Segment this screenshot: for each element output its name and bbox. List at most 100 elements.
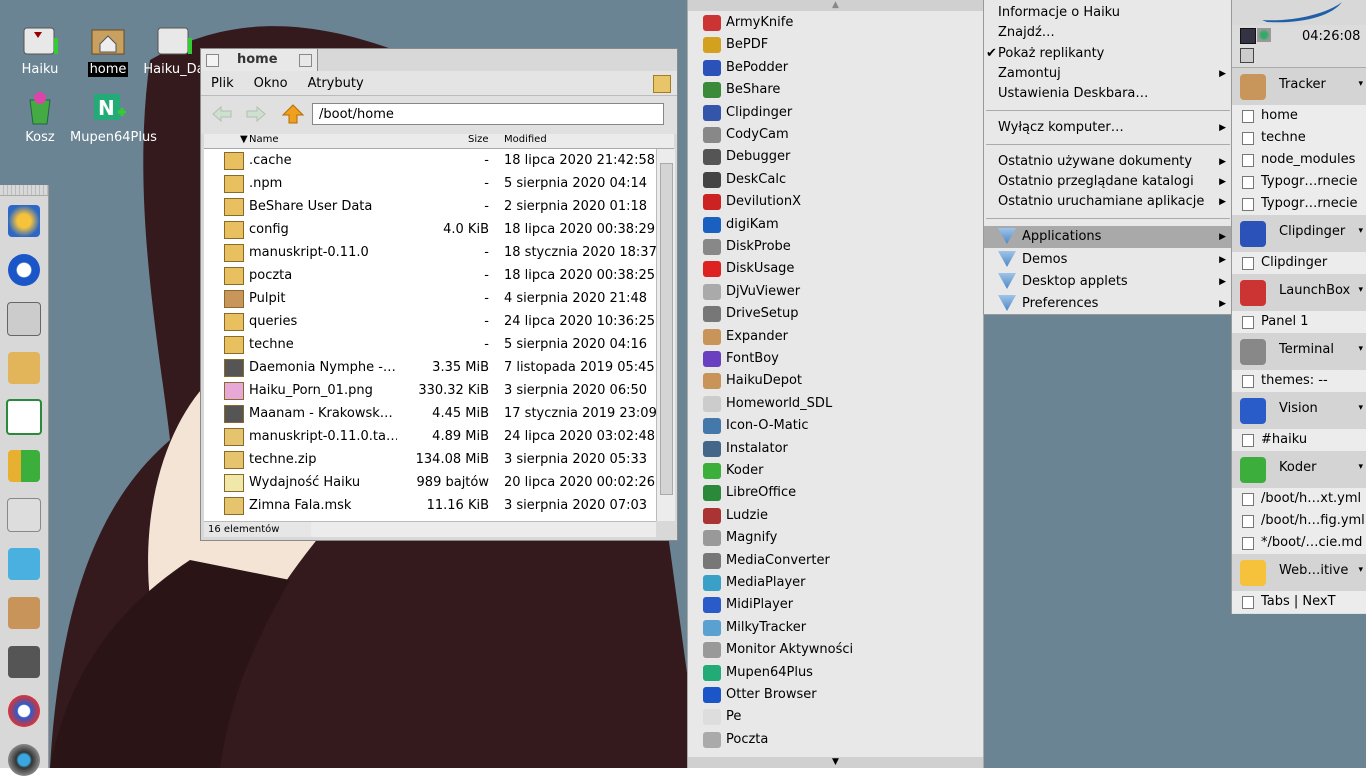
menu-mount[interactable]: Zamontuj ▶: [984, 64, 1232, 84]
deskbar-window-item[interactable]: Typogr…rnecie: [1232, 171, 1366, 193]
deskbar-window-item[interactable]: #haiku: [1232, 429, 1366, 451]
up-arrow-icon[interactable]: [282, 104, 304, 124]
menu-about-haiku[interactable]: Informacje o Haiku: [984, 3, 1232, 23]
deskbar-app-vision[interactable]: Vision ▾: [1232, 392, 1366, 430]
app-menu-item[interactable]: DriveSetup: [688, 303, 983, 325]
file-row[interactable]: config 4.0 KiB 18 lipca 2020 00:38:29: [204, 218, 656, 241]
launch-vision[interactable]: [0, 686, 48, 735]
file-row[interactable]: Wydajność Haiku 989 bajtów 20 lipca 2020 0…: [204, 471, 656, 494]
menu-recent-documents[interactable]: Ostatnio używane dokumenty ▶: [984, 152, 1232, 172]
app-menu-item[interactable]: DevilutionX: [688, 191, 983, 213]
expand-chevron-icon[interactable]: ▾: [1358, 79, 1363, 89]
close-button[interactable]: [206, 54, 219, 67]
deskbar-window-item[interactable]: techne: [1232, 127, 1366, 149]
launch-webpositive[interactable]: [0, 196, 48, 245]
app-menu-item[interactable]: DjVuViewer: [688, 281, 983, 303]
desktop-icon-mupen[interactable]: N Mupen64Plus: [68, 88, 157, 145]
menu-plik[interactable]: Plik: [201, 76, 244, 91]
deskbar-window-item[interactable]: /boot/h…fig.yml: [1232, 510, 1366, 532]
app-menu-item[interactable]: Debugger: [688, 146, 983, 168]
app-menu-item[interactable]: Icon-O-Matic: [688, 415, 983, 437]
menu-shutdown[interactable]: Wyłącz komputer… ▶: [984, 118, 1232, 138]
app-menu-item[interactable]: Homeworld_SDL: [688, 393, 983, 415]
app-menu-item[interactable]: BeShare: [688, 79, 983, 101]
menu-find[interactable]: Znajdź…: [984, 23, 1232, 43]
file-row[interactable]: .npm -5 sierpnia 2020 04:14: [204, 172, 656, 195]
column-name[interactable]: Name: [249, 134, 279, 145]
horizontal-scrollbar[interactable]: [311, 522, 656, 537]
deskbar-app-tracker[interactable]: Tracker ▾: [1232, 68, 1366, 106]
power-icon[interactable]: [1240, 48, 1254, 63]
network-icon[interactable]: [1257, 28, 1271, 42]
app-menu-item[interactable]: Mupen64Plus: [688, 662, 983, 684]
app-menu-item[interactable]: Ludzie: [688, 505, 983, 527]
deskbar-window-item[interactable]: Tabs | NexT: [1232, 591, 1366, 613]
app-menu-item[interactable]: Poczta: [688, 729, 983, 751]
file-row[interactable]: manuskript-0.11.0 -18 stycznia 2020 18:37: [204, 241, 657, 264]
deskbar-app-webitive[interactable]: Web…itive ▾: [1232, 554, 1366, 592]
file-row[interactable]: techne -5 sierpnia 2020 04:16: [204, 333, 656, 356]
deskbar-app-clipdinger[interactable]: Clipdinger ▾: [1232, 215, 1366, 253]
app-menu-item[interactable]: BePodder: [688, 57, 983, 79]
app-menu-item[interactable]: DeskCalc: [688, 169, 983, 191]
back-arrow-icon[interactable]: [211, 105, 233, 123]
app-menu-item[interactable]: Pe: [688, 706, 983, 728]
menu-okno[interactable]: Okno: [244, 76, 298, 91]
file-row[interactable]: BeShare User Data -2 sierpnia 2020 01:18: [204, 195, 656, 218]
scroll-up-arrow-icon[interactable]: ▲: [688, 0, 983, 11]
column-size[interactable]: Size: [468, 134, 489, 145]
menu-show-replicants[interactable]: ✔ Pokaż replikanty: [984, 44, 1232, 64]
window-tab[interactable]: home: [200, 48, 318, 71]
deskbar-app-koder[interactable]: Koder ▾: [1232, 451, 1366, 489]
app-menu-item[interactable]: MediaPlayer: [688, 572, 983, 594]
app-menu-item[interactable]: digiKam: [688, 214, 983, 236]
launch-beshare[interactable]: [0, 490, 48, 539]
app-menu-item[interactable]: Expander: [688, 326, 983, 348]
app-menu-item[interactable]: Magnify: [688, 527, 983, 549]
app-menu-item[interactable]: CodyCam: [688, 124, 983, 146]
deskbar-window-item[interactable]: node_modules: [1232, 149, 1366, 171]
launch-digikam[interactable]: [0, 735, 48, 784]
app-menu-item[interactable]: Koder: [688, 460, 983, 482]
menu-recent-folders[interactable]: Ostatnio przeglądane katalogi ▶: [984, 172, 1232, 192]
file-row[interactable]: Haiku_Porn_01.png 330.32 KiB 3 sierpnia 20…: [204, 379, 656, 402]
scroll-thumb[interactable]: [660, 163, 673, 495]
app-menu-item[interactable]: Clipdinger: [688, 102, 983, 124]
app-menu-item[interactable]: HaikuDepot: [688, 370, 983, 392]
deskbar-app-terminal[interactable]: Terminal ▾: [1232, 333, 1366, 371]
path-field[interactable]: /boot/home: [312, 103, 664, 125]
file-row[interactable]: manuskript-0.11.0.ta… 4.89 MiB 24 lipca 20…: [204, 425, 656, 448]
file-row[interactable]: techne.zip 134.08 MiB 3 sierpnia 2020 05:3…: [204, 448, 656, 471]
file-row[interactable]: .cache -18 lipca 2020 21:42:58: [204, 149, 656, 172]
launch-expander[interactable]: [0, 588, 48, 637]
vertical-scrollbar[interactable]: [656, 149, 675, 521]
scroll-down-arrow-icon[interactable]: ▼: [688, 757, 983, 768]
haiku-leaf-logo[interactable]: [1232, 0, 1366, 25]
launch-folder[interactable]: [0, 343, 48, 392]
app-menu-item[interactable]: DiskProbe: [688, 236, 983, 258]
menu-demos[interactable]: Demos ▶: [984, 249, 1232, 271]
app-menu-item[interactable]: MilkyTracker: [688, 617, 983, 639]
expand-chevron-icon[interactable]: ▾: [1358, 344, 1363, 354]
app-menu-item[interactable]: Monitor Aktywności: [688, 639, 983, 661]
deskbar-window-item[interactable]: Panel 1: [1232, 311, 1366, 333]
file-row[interactable]: Maanam - Krakowsk… 4.45 MiB 17 stycznia 20…: [204, 402, 657, 425]
column-modified[interactable]: Modified: [504, 134, 547, 145]
deskbar-app-launchbox[interactable]: LaunchBox ▾: [1232, 274, 1366, 312]
menu-desktop-applets[interactable]: Desktop applets ▶: [984, 271, 1232, 293]
launch-otter[interactable]: [0, 245, 48, 294]
launch-libreoffice[interactable]: [0, 392, 48, 441]
deskbar-window-item[interactable]: */boot/…cie.md: [1232, 532, 1366, 554]
menu-deskbar-settings[interactable]: Ustawienia Deskbara…: [984, 84, 1232, 104]
app-menu-item[interactable]: LibreOffice: [688, 482, 983, 504]
expand-chevron-icon[interactable]: ▾: [1358, 462, 1363, 472]
file-row[interactable]: Daemonia Nymphe -… 3.35 MiB 7 listopada 20…: [204, 356, 656, 379]
expand-chevron-icon[interactable]: ▾: [1358, 226, 1363, 236]
file-row[interactable]: Zimna Fala.msk 11.16 KiB 3 sierpnia 2020 0…: [204, 494, 656, 517]
forward-arrow-icon[interactable]: [245, 105, 267, 123]
menu-preferences[interactable]: Preferences ▶: [984, 293, 1232, 315]
app-menu-item[interactable]: Instalator: [688, 438, 983, 460]
clock[interactable]: 04:26:08: [1302, 29, 1360, 44]
workspaces-icon[interactable]: [1240, 28, 1256, 44]
app-menu-item[interactable]: FontBoy: [688, 348, 983, 370]
